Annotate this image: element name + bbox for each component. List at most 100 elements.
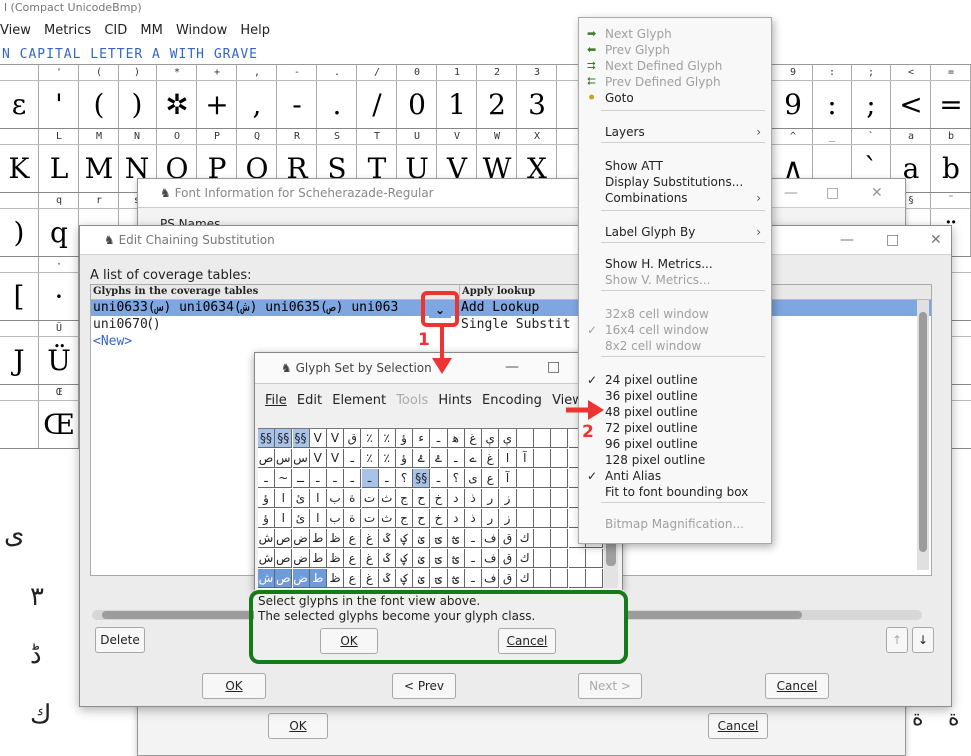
glyph-cell[interactable]: ذ [465, 489, 482, 508]
glyph-cell[interactable]: ۓ [413, 449, 431, 468]
menu-item[interactable]: 128 pixel outline [579, 452, 771, 468]
glyph-cell[interactable]: ش [258, 549, 275, 568]
glyph-cell[interactable]: ا [309, 489, 327, 508]
glyph-cell[interactable]: ػ [378, 569, 396, 588]
chain-cancel-button[interactable]: Cancel [765, 673, 829, 699]
glyph-cell-label[interactable]: q [40, 193, 79, 208]
glyph-cell[interactable]: ص [275, 569, 293, 588]
menu-item[interactable]: 96 pixel outline [579, 436, 771, 452]
glyph-cell[interactable]: q [40, 209, 79, 256]
glyph-cell[interactable]: ) [0, 209, 39, 256]
glyph-cell[interactable]: ـ [378, 469, 396, 488]
glyph-cell[interactable]: §§ [413, 469, 431, 488]
glyph-cell[interactable]: ط [309, 569, 327, 588]
glyph-cell[interactable]: ؼ [396, 529, 413, 548]
maximize-icon[interactable]: □ [886, 226, 899, 254]
glyph-cell[interactable] [534, 429, 551, 448]
glyph-cell-label[interactable]: 9 [774, 65, 813, 80]
glyph-cell[interactable]: ك [516, 569, 534, 588]
glyph-cell[interactable]: 3 [518, 81, 557, 128]
glyph-cell[interactable]: ف [482, 549, 500, 568]
glyph-cell[interactable]: . [318, 81, 357, 128]
glyph-cell[interactable]: ؽ [413, 549, 431, 568]
glyph-cell-label[interactable]: b [932, 129, 971, 144]
glyph-cell[interactable]: M [80, 145, 119, 192]
font-info-cancel-button[interactable]: Cancel [708, 713, 768, 739]
glyph-cell[interactable]: غ [361, 549, 379, 568]
glyph-cell[interactable]: ك [516, 549, 534, 568]
glyph-cell[interactable]: ــ [292, 469, 310, 488]
glyph-cell[interactable]: ق [344, 429, 362, 448]
glyph-cell[interactable] [516, 509, 534, 528]
glyph-cell[interactable] [516, 469, 534, 488]
glyph-cell[interactable]: ق [499, 569, 517, 588]
glyph-cell-label[interactable] [0, 193, 39, 208]
glyph-cell[interactable]: س [275, 449, 293, 468]
glyph-selection-grid[interactable]: §§ §§ §§ V V ق ٪ ٪ ؤ ء ـ ﻫ ﻍ ﯤ ﯤ ص س س V V ـ ٪ ٪ ؤ ۓ ۓ ـ ے ﻍ ﺍ آ ـ ~ ــ ـ ـ… [258, 428, 603, 589]
table-row[interactable]: uni0633(س) uni0634(ش) uni0635(ص) uni063 … [91, 300, 931, 316]
glyph-cell[interactable]: غ [361, 569, 379, 588]
glyph-cell-label[interactable]: ¨ [932, 193, 971, 208]
glyph-cell[interactable]: ض [292, 529, 310, 548]
glyph-cell-label[interactable] [0, 385, 39, 400]
glyph-cell[interactable]: ﻍ [482, 449, 500, 468]
glyph-cell[interactable] [534, 529, 551, 548]
delete-button[interactable]: Delete [95, 627, 145, 653]
glyph-cell[interactable]: ػ [378, 549, 396, 568]
glyph-cell[interactable] [0, 401, 39, 448]
glyph-cell[interactable]: آ [499, 469, 517, 488]
glyph-cell[interactable]: / [358, 81, 397, 128]
glyph-cell[interactable]: ظ [327, 529, 344, 548]
menu-item[interactable]: 8x2 cell window [579, 338, 771, 354]
glyph-cell[interactable]: ع [344, 569, 362, 588]
glyph-cell[interactable]: Œ [40, 401, 79, 448]
glyph-cell[interactable]: ٪ [361, 429, 379, 448]
glyph-cell-label[interactable]: r [80, 193, 119, 208]
glyph-cell[interactable]: ـ [430, 429, 448, 448]
glyph-cell[interactable]: ط [309, 529, 327, 548]
glyph-cell[interactable]: س [292, 449, 310, 468]
glyph-cell-label[interactable]: < [892, 65, 931, 80]
glyph-cell[interactable]: ۓ [430, 449, 448, 468]
menu-file[interactable]: File [265, 393, 287, 408]
glyph-cell[interactable]: ؤ [258, 489, 275, 508]
glyph-cell[interactable]: ػ [378, 529, 396, 548]
glyph-cell[interactable]: ص [275, 549, 293, 568]
menu-item[interactable]: Next Defined Glyph ⮆ [579, 58, 771, 74]
glyph-cell[interactable]: غ [361, 529, 379, 548]
glyph-cell[interactable] [534, 449, 551, 468]
glyph-cell[interactable]: ـ [258, 469, 275, 488]
menu-item[interactable]: 36 pixel outline [579, 388, 771, 404]
glyph-cell[interactable]: ث [378, 489, 396, 508]
glyph-cell[interactable]: ـ [327, 469, 344, 488]
glyph-cell[interactable]: ا [309, 509, 327, 528]
glyph-cell[interactable]: ف [482, 529, 500, 548]
glyph-cell[interactable]: ر [482, 489, 500, 508]
glyph-cell-label[interactable]: P [198, 129, 237, 144]
glyph-cell[interactable]: ـ [465, 549, 482, 568]
glyph-cell[interactable]: ؿ [447, 549, 465, 568]
glyph-cell[interactable]: ـ [309, 469, 327, 488]
glyph-cell[interactable]: ق [499, 529, 517, 548]
move-up-button[interactable]: ↑ [886, 627, 908, 653]
menu-item[interactable]: Bitmap Magnification... [579, 516, 771, 532]
menu-item[interactable]: Layers › [579, 124, 771, 140]
glyph-cell[interactable]: ذ [465, 509, 482, 528]
glyph-cell[interactable]: ة [344, 509, 362, 528]
glyph-cell-label[interactable]: 2 [478, 65, 517, 80]
menu-item[interactable]: Anti Alias ✓ [579, 468, 771, 484]
glyph-cell[interactable]: b [932, 145, 971, 192]
glyph-cell-label[interactable]: 0 [398, 65, 437, 80]
glyph-cell-label[interactable]: a [892, 129, 931, 144]
menu-item[interactable]: Label Glyph By › [579, 224, 771, 240]
glyph-cell[interactable]: ; [852, 81, 891, 128]
glyph-cell[interactable]: ص [275, 529, 293, 548]
glyph-cell-label[interactable]: ` [852, 129, 891, 144]
glyph-cell[interactable]: ص [258, 449, 275, 468]
glyph-cell[interactable]: ث [378, 509, 396, 528]
glyph-cell[interactable]: ش [258, 529, 275, 548]
menu-cid[interactable]: CID [104, 23, 127, 38]
glyph-cell[interactable]: ع [482, 469, 500, 488]
glyph-cell[interactable]: ـ [447, 449, 465, 468]
menu-item[interactable]: Goto ⚫ [579, 90, 771, 106]
